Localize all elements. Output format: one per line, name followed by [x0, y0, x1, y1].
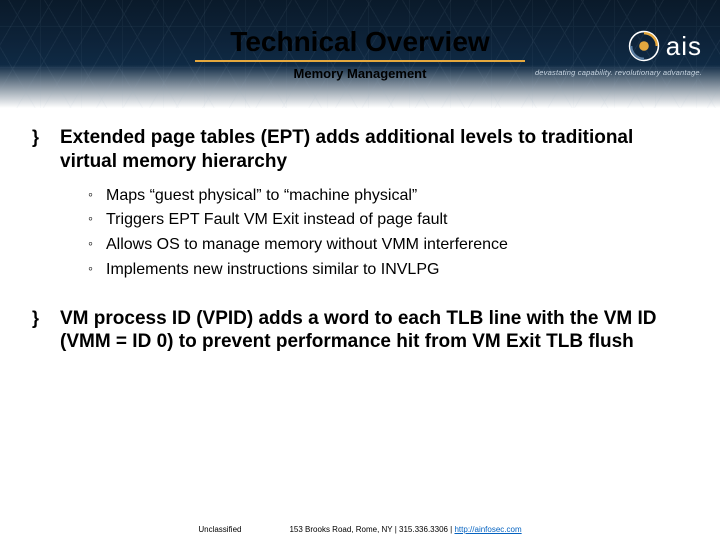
bullet-1-sub-1: Maps “guest physical” to “machine physic…: [94, 184, 680, 209]
footer-address: 153 Brooks Road, Rome, NY | 315.336.3306…: [289, 525, 521, 534]
header-band: Technical Overview Memory Management ais…: [0, 0, 720, 108]
logo-tagline: devastating capability. revolutionary ad…: [535, 68, 702, 77]
slide: Technical Overview Memory Management ais…: [0, 0, 720, 540]
slide-title: Technical Overview: [230, 26, 489, 58]
bullet-1-sub-2: Triggers EPT Fault VM Exit instead of pa…: [94, 208, 680, 233]
bullet-1-sublist: Maps “guest physical” to “machine physic…: [94, 184, 680, 283]
footer-address-text: 153 Brooks Road, Rome, NY | 315.336.3306…: [289, 525, 454, 534]
bullet-1: Extended page tables (EPT) adds addition…: [56, 126, 680, 174]
footer-classification: Unclassified: [198, 525, 241, 534]
slide-body: Extended page tables (EPT) adds addition…: [0, 108, 720, 354]
footer: Unclassified 153 Brooks Road, Rome, NY |…: [0, 525, 720, 534]
slide-subtitle: Memory Management: [294, 66, 427, 81]
bullet-1-sub-4: Implements new instructions similar to I…: [94, 258, 680, 283]
footer-link[interactable]: http://ainfosec.com: [454, 525, 521, 534]
title-underline: [195, 60, 525, 62]
bullet-1-sub-3: Allows OS to manage memory without VMM i…: [94, 233, 680, 258]
logo-swirl-icon: [628, 30, 660, 62]
logo-text: ais: [666, 31, 702, 62]
company-logo: ais: [628, 30, 702, 62]
bullet-2: VM process ID (VPID) adds a word to each…: [56, 307, 680, 355]
